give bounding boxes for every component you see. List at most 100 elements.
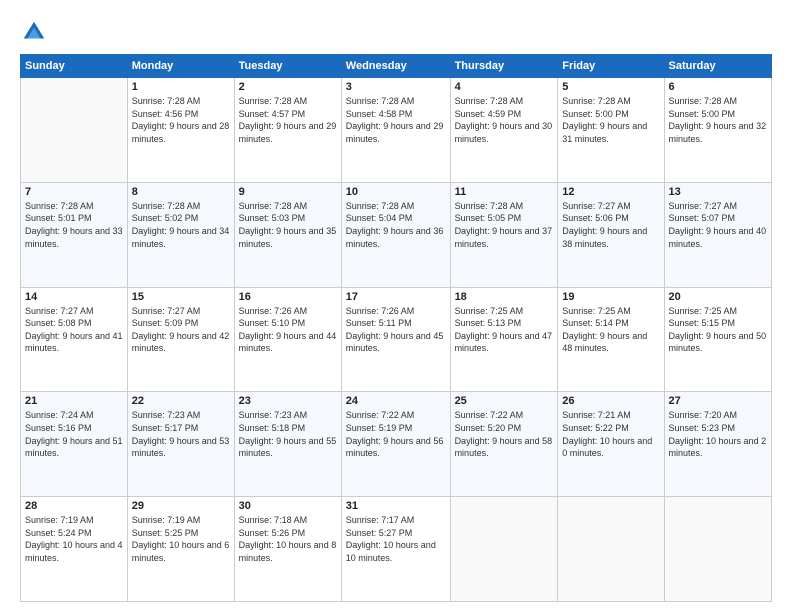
- day-number: 24: [346, 395, 446, 407]
- calendar-week-row: 28 Sunrise: 7:19 AMSunset: 5:24 PMDayligh…: [21, 497, 772, 602]
- logo: [20, 18, 54, 46]
- day-number: 13: [669, 186, 767, 198]
- day-info: Sunrise: 7:19 AMSunset: 5:25 PMDaylight:…: [132, 514, 230, 564]
- calendar-day-cell: 14 Sunrise: 7:27 AMSunset: 5:08 PMDayligh…: [21, 287, 128, 392]
- calendar-day-cell: 8 Sunrise: 7:28 AMSunset: 5:02 PMDaylight…: [127, 182, 234, 287]
- day-info: Sunrise: 7:27 AMSunset: 5:07 PMDaylight:…: [669, 200, 767, 250]
- day-of-week-header: Tuesday: [234, 55, 341, 78]
- calendar-day-cell: 10Sunrise: 7:28 AMSunset: 5:04 PMDayligh…: [341, 182, 450, 287]
- day-number: 19: [562, 291, 659, 303]
- day-number: 11: [455, 186, 554, 198]
- day-info: Sunrise: 7:28 AMSunset: 5:02 PMDaylight:…: [132, 200, 230, 250]
- day-info: Sunrise: 7:24 AMSunset: 5:16 PMDaylight:…: [25, 409, 123, 459]
- day-info: Sunrise: 7:26 AMSunset: 5:10 PMDaylight:…: [239, 305, 337, 355]
- day-number: 29: [132, 500, 230, 512]
- calendar-day-cell: 4Sunrise: 7:28 AMSunset: 4:59 PMDaylight…: [450, 78, 558, 183]
- day-number: 6: [669, 81, 767, 93]
- day-of-week-header: Thursday: [450, 55, 558, 78]
- day-info: Sunrise: 7:28 AMSunset: 5:00 PMDaylight:…: [562, 95, 659, 145]
- calendar-week-row: 1 Sunrise: 7:28 AMSunset: 4:56 PMDaylight…: [21, 78, 772, 183]
- calendar-day-cell: 18 Sunrise: 7:25 AMSunset: 5:13 PMDayligh…: [450, 287, 558, 392]
- day-info: Sunrise: 7:22 AMSunset: 5:20 PMDaylight:…: [455, 409, 554, 459]
- day-of-week-header: Wednesday: [341, 55, 450, 78]
- calendar-day-cell: 16 Sunrise: 7:26 AMSunset: 5:10 PMDayligh…: [234, 287, 341, 392]
- day-number: 26: [562, 395, 659, 407]
- day-number: 8: [132, 186, 230, 198]
- day-info: Sunrise: 7:28 AMSunset: 4:57 PMDaylight:…: [239, 95, 337, 145]
- day-number: 27: [669, 395, 767, 407]
- calendar: SundayMondayTuesdayWednesdayThursdayFrid…: [20, 54, 772, 602]
- day-info: Sunrise: 7:21 AMSunset: 5:22 PMDaylight:…: [562, 409, 659, 459]
- page: SundayMondayTuesdayWednesdayThursdayFrid…: [0, 0, 792, 612]
- day-number: 18: [455, 291, 554, 303]
- calendar-week-row: 21 Sunrise: 7:24 AMSunset: 5:16 PMDayligh…: [21, 392, 772, 497]
- day-of-week-header: Sunday: [21, 55, 128, 78]
- day-info: Sunrise: 7:23 AMSunset: 5:18 PMDaylight:…: [239, 409, 337, 459]
- calendar-day-cell: 28 Sunrise: 7:19 AMSunset: 5:24 PMDayligh…: [21, 497, 128, 602]
- calendar-day-cell: 3 Sunrise: 7:28 AMSunset: 4:58 PMDaylight…: [341, 78, 450, 183]
- calendar-day-cell: [21, 78, 128, 183]
- day-number: 16: [239, 291, 337, 303]
- calendar-day-cell: 1 Sunrise: 7:28 AMSunset: 4:56 PMDaylight…: [127, 78, 234, 183]
- day-number: 28: [25, 500, 123, 512]
- day-info: Sunrise: 7:28 AMSunset: 5:03 PMDaylight:…: [239, 200, 337, 250]
- calendar-day-cell: [664, 497, 771, 602]
- calendar-day-cell: 21 Sunrise: 7:24 AMSunset: 5:16 PMDayligh…: [21, 392, 128, 497]
- day-number: 15: [132, 291, 230, 303]
- calendar-week-row: 7 Sunrise: 7:28 AMSunset: 5:01 PMDaylight…: [21, 182, 772, 287]
- day-info: Sunrise: 7:28 AMSunset: 5:00 PMDaylight:…: [669, 95, 767, 145]
- calendar-week-row: 14 Sunrise: 7:27 AMSunset: 5:08 PMDayligh…: [21, 287, 772, 392]
- calendar-day-cell: 9 Sunrise: 7:28 AMSunset: 5:03 PMDaylight…: [234, 182, 341, 287]
- logo-icon: [20, 18, 48, 46]
- day-info: Sunrise: 7:19 AMSunset: 5:24 PMDaylight:…: [25, 514, 123, 564]
- calendar-day-cell: 24Sunrise: 7:22 AMSunset: 5:19 PMDayligh…: [341, 392, 450, 497]
- day-number: 20: [669, 291, 767, 303]
- calendar-day-cell: 2 Sunrise: 7:28 AMSunset: 4:57 PMDaylight…: [234, 78, 341, 183]
- calendar-day-cell: 6 Sunrise: 7:28 AMSunset: 5:00 PMDaylight…: [664, 78, 771, 183]
- day-info: Sunrise: 7:28 AMSunset: 4:59 PMDaylight:…: [455, 95, 554, 145]
- day-number: 12: [562, 186, 659, 198]
- day-number: 14: [25, 291, 123, 303]
- calendar-day-cell: 19 Sunrise: 7:25 AMSunset: 5:14 PMDayligh…: [558, 287, 664, 392]
- day-info: Sunrise: 7:20 AMSunset: 5:23 PMDaylight:…: [669, 409, 767, 459]
- calendar-day-cell: 11 Sunrise: 7:28 AMSunset: 5:05 PMDayligh…: [450, 182, 558, 287]
- day-number: 7: [25, 186, 123, 198]
- day-number: 17: [346, 291, 446, 303]
- day-info: Sunrise: 7:27 AMSunset: 5:08 PMDaylight:…: [25, 305, 123, 355]
- day-number: 9: [239, 186, 337, 198]
- day-number: 23: [239, 395, 337, 407]
- day-number: 1: [132, 81, 230, 93]
- calendar-day-cell: 29 Sunrise: 7:19 AMSunset: 5:25 PMDayligh…: [127, 497, 234, 602]
- day-info: Sunrise: 7:23 AMSunset: 5:17 PMDaylight:…: [132, 409, 230, 459]
- day-info: Sunrise: 7:25 AMSunset: 5:14 PMDaylight:…: [562, 305, 659, 355]
- calendar-table: SundayMondayTuesdayWednesdayThursdayFrid…: [20, 54, 772, 602]
- day-info: Sunrise: 7:25 AMSunset: 5:15 PMDaylight:…: [669, 305, 767, 355]
- day-info: Sunrise: 7:28 AMSunset: 4:58 PMDaylight:…: [346, 95, 446, 145]
- day-number: 2: [239, 81, 337, 93]
- calendar-day-cell: [558, 497, 664, 602]
- calendar-day-cell: 15 Sunrise: 7:27 AMSunset: 5:09 PMDayligh…: [127, 287, 234, 392]
- header: [20, 18, 772, 46]
- calendar-day-cell: 20 Sunrise: 7:25 AMSunset: 5:15 PMDayligh…: [664, 287, 771, 392]
- day-number: 21: [25, 395, 123, 407]
- day-number: 5: [562, 81, 659, 93]
- calendar-day-cell: 12Sunrise: 7:27 AMSunset: 5:06 PMDayligh…: [558, 182, 664, 287]
- day-info: Sunrise: 7:25 AMSunset: 5:13 PMDaylight:…: [455, 305, 554, 355]
- calendar-day-cell: 23 Sunrise: 7:23 AMSunset: 5:18 PMDayligh…: [234, 392, 341, 497]
- day-number: 30: [239, 500, 337, 512]
- day-number: 22: [132, 395, 230, 407]
- day-info: Sunrise: 7:27 AMSunset: 5:09 PMDaylight:…: [132, 305, 230, 355]
- day-info: Sunrise: 7:28 AMSunset: 5:05 PMDaylight:…: [455, 200, 554, 250]
- calendar-day-cell: 13 Sunrise: 7:27 AMSunset: 5:07 PMDayligh…: [664, 182, 771, 287]
- day-info: Sunrise: 7:26 AMSunset: 5:11 PMDaylight:…: [346, 305, 446, 355]
- calendar-header-row: SundayMondayTuesdayWednesdayThursdayFrid…: [21, 55, 772, 78]
- day-number: 25: [455, 395, 554, 407]
- day-info: Sunrise: 7:28 AMSunset: 4:56 PMDaylight:…: [132, 95, 230, 145]
- calendar-day-cell: 17 Sunrise: 7:26 AMSunset: 5:11 PMDayligh…: [341, 287, 450, 392]
- day-number: 31: [346, 500, 446, 512]
- day-of-week-header: Monday: [127, 55, 234, 78]
- day-info: Sunrise: 7:28 AMSunset: 5:01 PMDaylight:…: [25, 200, 123, 250]
- day-of-week-header: Friday: [558, 55, 664, 78]
- day-info: Sunrise: 7:18 AMSunset: 5:26 PMDaylight:…: [239, 514, 337, 564]
- day-number: 3: [346, 81, 446, 93]
